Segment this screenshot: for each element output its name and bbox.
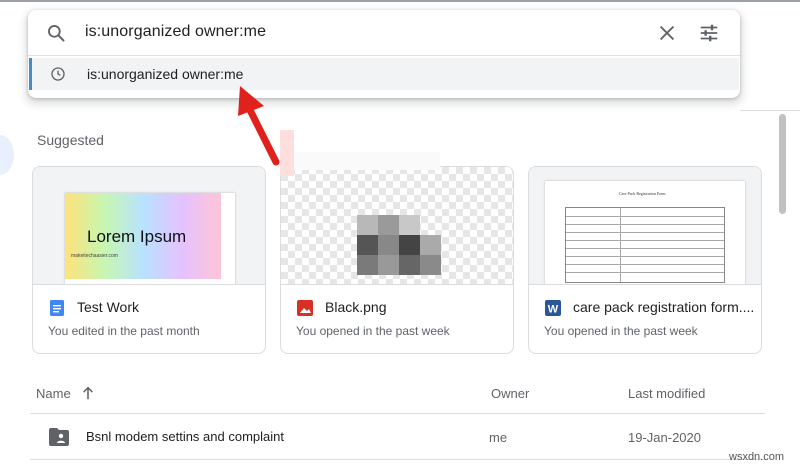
image-preview — [357, 215, 441, 275]
search-panel: is:unorganized owner:me is:unorganized o… — [28, 10, 740, 98]
form-preview: Care Pack Registration Form — [545, 181, 745, 284]
card-title: care pack registration form.... — [573, 299, 755, 315]
column-modified-header[interactable]: Last modified — [628, 386, 705, 401]
arrow-up-icon[interactable] — [81, 386, 95, 400]
file-list-header: Name Owner Last modified — [30, 374, 765, 414]
tune-icon[interactable] — [698, 22, 720, 44]
image-icon — [297, 300, 313, 316]
card-subtitle: You edited in the past month — [48, 324, 200, 338]
card-thumbnail: Lorem Ipsum makeitechaasier.com — [33, 167, 265, 285]
card-subtitle: You opened in the past week — [544, 324, 698, 338]
red-arrow-annotation — [238, 86, 280, 166]
file-modified-date: 19-Jan-2020 — [628, 430, 701, 445]
docs-icon — [50, 300, 64, 316]
card-subtitle: You opened in the past week — [296, 324, 450, 338]
scrollbar[interactable] — [776, 110, 790, 468]
card-thumbnail: Care Pack Registration Form — [529, 167, 761, 285]
card-title: Test Work — [77, 299, 139, 315]
svg-text:W: W — [548, 304, 559, 316]
preview-small-text: makeitechaasier.com — [71, 253, 118, 259]
doc-preview: Lorem Ipsum makeitechaasier.com — [65, 193, 235, 284]
window-top-border — [0, 0, 800, 2]
watermark: wsxdn.com — [729, 451, 785, 463]
file-name: Bsnl modem settins and complaint — [86, 429, 284, 444]
word-icon: W — [545, 300, 561, 316]
card-thumbnail — [281, 167, 513, 285]
search-icon[interactable] — [46, 23, 66, 43]
close-icon[interactable] — [656, 22, 678, 44]
search-bar[interactable]: is:unorganized owner:me — [28, 10, 740, 56]
suggested-card-test-work[interactable]: Lorem Ipsum makeitechaasier.com Test Wor… — [32, 166, 266, 354]
blurred-region — [280, 130, 440, 176]
history-icon — [51, 67, 65, 81]
suggested-heading: Suggested — [37, 132, 104, 148]
header-divider — [740, 110, 800, 111]
suggestion-text: is:unorganized owner:me — [87, 66, 244, 82]
new-button-edge[interactable] — [0, 135, 14, 175]
card-title: Black.png — [325, 299, 387, 315]
suggested-card-black-png[interactable]: Black.png You opened in the past week — [280, 166, 514, 354]
shared-folder-icon — [49, 428, 69, 446]
file-owner: me — [489, 430, 508, 445]
preview-heading: Lorem Ipsum — [87, 227, 187, 246]
table-row[interactable]: Bsnl modem settins and complaint me 19-J… — [30, 414, 765, 460]
search-input[interactable]: is:unorganized owner:me — [85, 23, 266, 41]
column-owner-header[interactable]: Owner — [491, 386, 529, 401]
column-name-header[interactable]: Name — [36, 386, 71, 401]
scrollbar-thumb[interactable] — [779, 114, 786, 214]
suggested-card-care-pack[interactable]: Care Pack Registration Form W care pack … — [528, 166, 762, 354]
form-preview-title: Care Pack Registration Form — [619, 191, 666, 196]
search-suggestion-item[interactable]: is:unorganized owner:me — [29, 58, 739, 90]
